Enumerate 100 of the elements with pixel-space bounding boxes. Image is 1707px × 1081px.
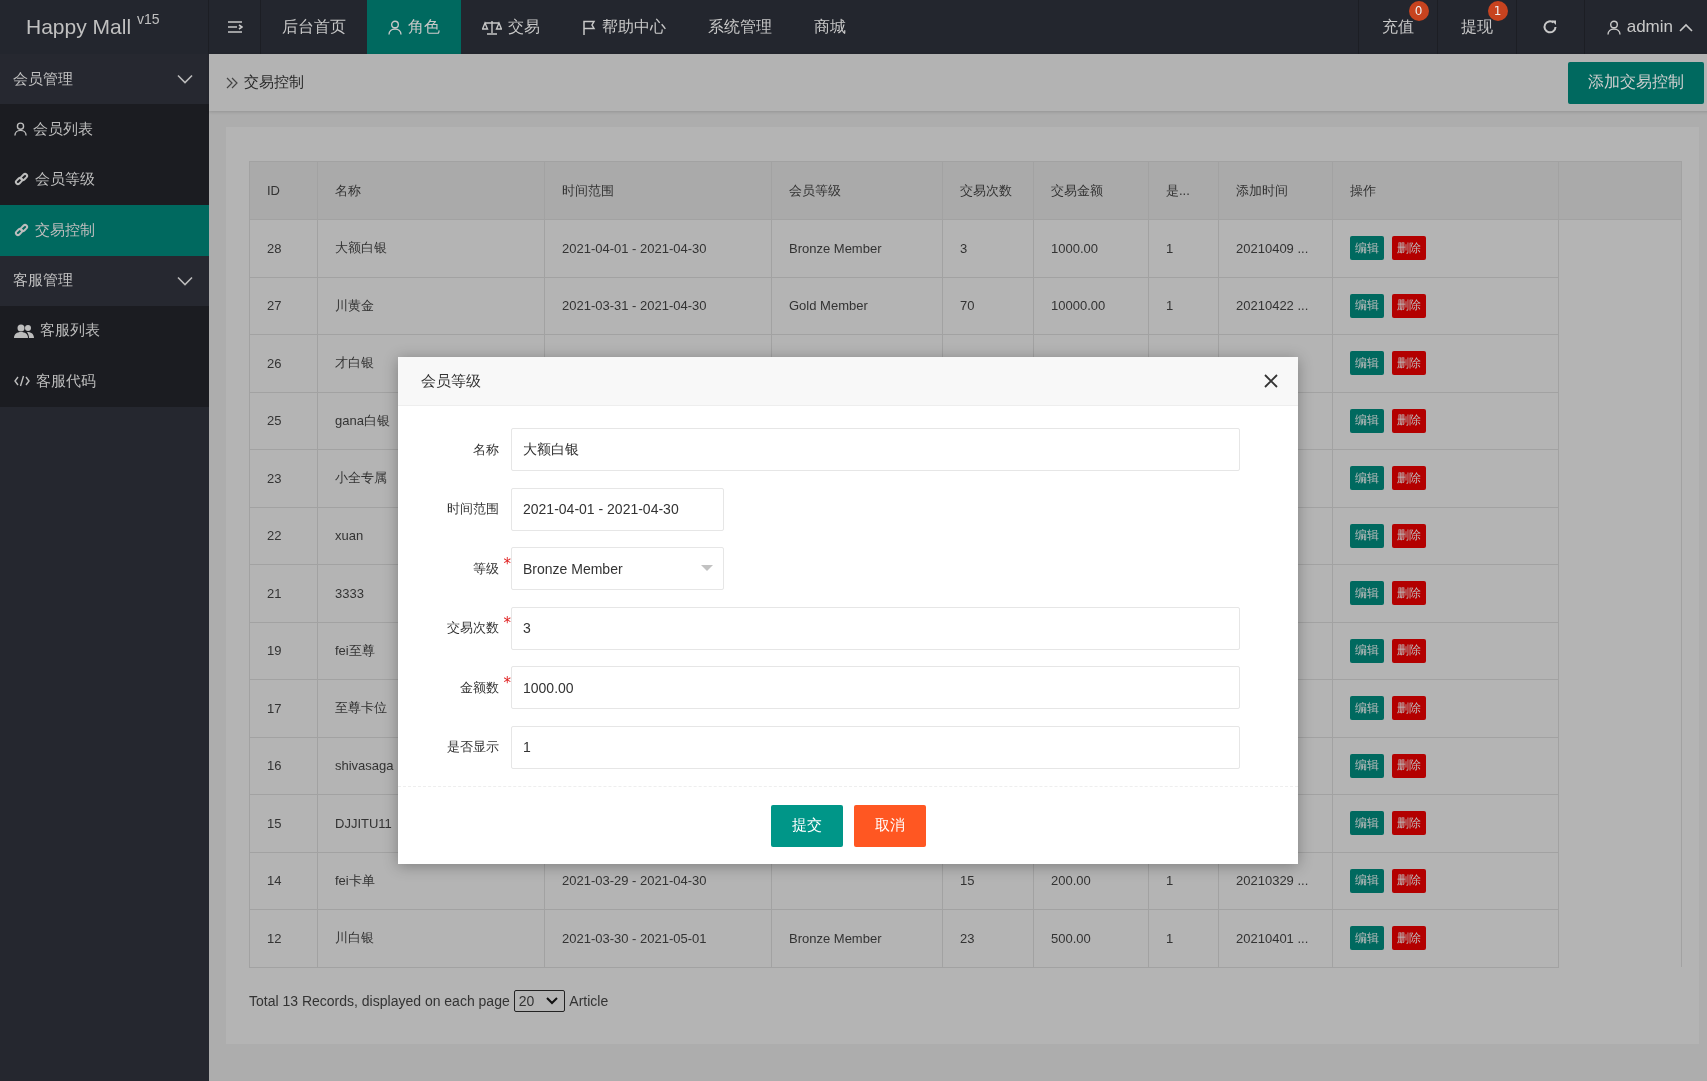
nav-tab[interactable]: 系统管理 (687, 0, 793, 54)
input-field[interactable]: 1000.00 (511, 666, 1240, 710)
table-cell: 才白银 (335, 355, 374, 371)
caret-icon (701, 565, 713, 573)
table-cell: 22 (267, 528, 282, 544)
delete-button[interactable]: 删除 (1392, 236, 1426, 261)
edit-button[interactable]: 编辑 (1350, 523, 1384, 548)
nav-tab[interactable]: 商城 (793, 0, 867, 54)
code-icon (14, 375, 30, 388)
input-field[interactable]: 1 (511, 725, 1240, 769)
table-cell: 2021-03-30 - 2021-05-01 (562, 930, 707, 946)
dialog-title: 会员等级 (421, 371, 481, 391)
delete-button[interactable]: 删除 (1392, 926, 1426, 951)
table-cell: Gold Member (789, 298, 868, 314)
table-cell: 川黄金 (335, 297, 374, 313)
table-cell: 17 (267, 700, 282, 716)
page-size-select[interactable]: 20 (513, 989, 566, 1012)
delete-button[interactable]: 删除 (1392, 523, 1426, 548)
scale-icon (482, 19, 502, 35)
table-cell: 20210422 ... (1236, 298, 1309, 314)
menu-icon (226, 20, 243, 34)
table-cell: 2021-04-01 - 2021-04-30 (562, 240, 707, 256)
add-button[interactable]: 添加交易控制 (1568, 61, 1704, 104)
edit-button[interactable]: 编辑 (1350, 811, 1384, 836)
field-label: 名称 (473, 441, 499, 457)
column-header: 是... (1148, 161, 1219, 220)
delete-button[interactable]: 删除 (1392, 638, 1426, 663)
column-header: 交易次数 (942, 161, 1034, 220)
edit-button[interactable]: 编辑 (1350, 293, 1384, 318)
delete-button[interactable]: 删除 (1392, 466, 1426, 491)
required-mark: * (503, 614, 511, 633)
table-cell: 20210329 ... (1236, 873, 1309, 889)
count-badge: 0 (1408, 1, 1429, 21)
edit-button[interactable]: 编辑 (1350, 408, 1384, 433)
nav-tab[interactable]: 交易 (461, 0, 561, 54)
edit-button[interactable]: 编辑 (1350, 581, 1384, 606)
user-icon (388, 19, 402, 35)
submit-button[interactable]: 提交 (770, 804, 843, 847)
edit-button[interactable]: 编辑 (1350, 236, 1384, 261)
field-label: 金额数 (460, 679, 499, 695)
table-cell: 15 (960, 873, 975, 889)
sidebar-item[interactable]: 客服列表 (0, 305, 209, 356)
table-cell: 26 (267, 355, 282, 371)
nav-tab[interactable]: 帮助中心 (561, 0, 687, 54)
table-cell: 16 (267, 758, 282, 774)
breadcrumb: 交易控制 (244, 73, 304, 92)
table-cell: 20210409 ... (1236, 240, 1309, 256)
link-icon (14, 172, 29, 188)
table-cell: DJJITU11 (335, 815, 392, 831)
table-cell: 1 (1166, 930, 1174, 946)
table-cell: 27 (267, 298, 282, 314)
column-header: 会员等级 (771, 161, 943, 220)
table-cell: 1 (1166, 873, 1174, 889)
cancel-button[interactable]: 取消 (853, 804, 926, 847)
required-mark: * (503, 554, 511, 573)
input-field[interactable]: 大额白银 (511, 428, 1240, 471)
edit-button[interactable]: 编辑 (1350, 696, 1384, 721)
close-icon (1264, 374, 1278, 388)
table-cell: 15 (267, 815, 282, 831)
delete-button[interactable]: 删除 (1392, 811, 1426, 836)
delete-button[interactable]: 删除 (1392, 351, 1426, 376)
chevron-up-icon (1679, 22, 1693, 32)
edit-button[interactable]: 编辑 (1350, 638, 1384, 663)
table-cell: 3 (960, 240, 968, 256)
table-cell: Bronze Member (789, 240, 882, 256)
table-cell: 2021-03-31 - 2021-04-30 (562, 298, 707, 314)
sidebar-item[interactable]: 交易控制 (0, 205, 209, 256)
column-header: ID (249, 161, 318, 220)
table-cell: 1 (1166, 298, 1174, 314)
double-chevron-icon (226, 76, 238, 89)
chevron-icon (546, 996, 559, 1005)
table-cell: 200.00 (1051, 873, 1091, 889)
table-cell: fei至尊 (335, 642, 375, 658)
table-cell: 23 (267, 470, 282, 486)
edit-button[interactable]: 编辑 (1350, 466, 1384, 491)
input-field[interactable]: 2021-04-01 - 2021-04-30 (511, 487, 724, 531)
sidebar-item[interactable]: 会员等级 (0, 154, 209, 205)
link-icon (14, 222, 29, 238)
delete-button[interactable]: 删除 (1392, 696, 1426, 721)
delete-button[interactable]: 删除 (1392, 868, 1426, 893)
delete-button[interactable]: 删除 (1392, 581, 1426, 606)
table-cell: fei卡单 (335, 872, 375, 888)
select-field[interactable]: Bronze Member (511, 547, 724, 591)
table-cell: 28 (267, 240, 282, 256)
nav-tab[interactable]: 角色 (367, 0, 461, 54)
edit-button[interactable]: 编辑 (1350, 753, 1384, 778)
edit-button[interactable]: 编辑 (1350, 926, 1384, 951)
nav-tab[interactable]: 后台首页 (261, 0, 367, 54)
page-size-suffix: Article (569, 992, 609, 1009)
delete-button[interactable]: 删除 (1392, 408, 1426, 433)
sidebar-item[interactable]: 会员列表 (0, 104, 209, 155)
delete-button[interactable]: 删除 (1392, 293, 1426, 318)
sidebar-item[interactable]: 客服代码 (0, 356, 209, 407)
input-field[interactable]: 3 (511, 606, 1240, 650)
record-count: Total 13 Records, displayed on each page (249, 992, 510, 1009)
table-cell: 10000.00 (1051, 298, 1106, 314)
edit-button[interactable]: 编辑 (1350, 868, 1384, 893)
edit-button[interactable]: 编辑 (1350, 351, 1384, 376)
delete-button[interactable]: 删除 (1392, 753, 1426, 778)
table-cell: 1000.00 (1051, 240, 1098, 256)
